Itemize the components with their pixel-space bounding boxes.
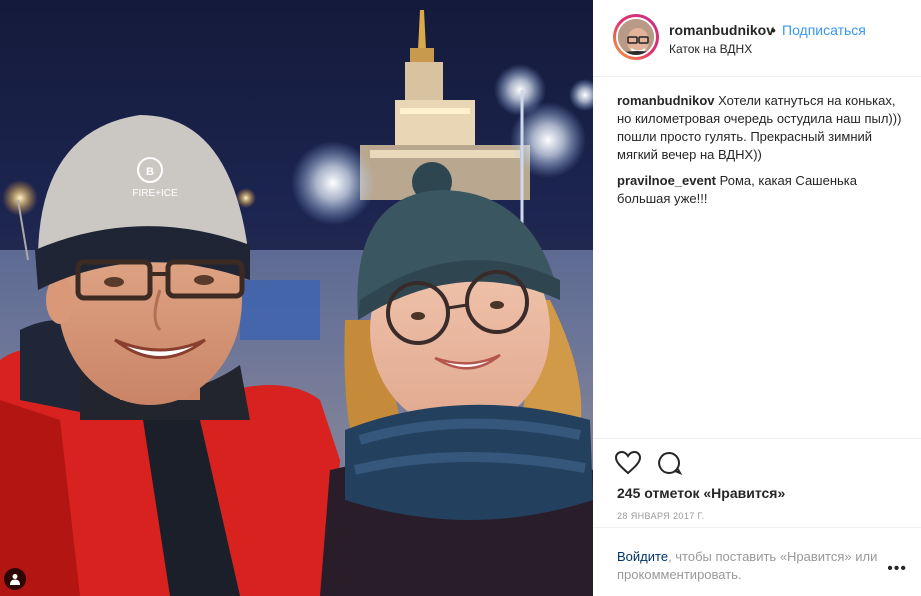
- separator-dot: •: [771, 22, 776, 38]
- heart-icon[interactable]: [614, 450, 642, 475]
- hat-logo-text: FIRE+ICE: [132, 188, 178, 199]
- comment-username[interactable]: romanbudnikov: [617, 93, 715, 108]
- post-photo[interactable]: B FIRE+ICE: [0, 0, 593, 596]
- selfie-illustration: B FIRE+ICE: [0, 10, 593, 596]
- comment-username[interactable]: pravilnoe_event: [617, 173, 716, 188]
- comment-item: pravilnoe_event Рома, какая Сашенька бол…: [617, 172, 909, 208]
- post-side-panel: romanbudnikov • Подписаться Каток на ВДН…: [593, 0, 921, 596]
- follow-button[interactable]: Подписаться: [782, 22, 866, 38]
- tagged-users-icon[interactable]: [4, 568, 26, 590]
- post-header: romanbudnikov • Подписаться Каток на ВДН…: [593, 0, 921, 77]
- actions-divider: [593, 438, 921, 439]
- login-prompt: Войдите, чтобы поставить «Нравится» или …: [617, 548, 887, 584]
- login-divider: [593, 527, 921, 528]
- post-username[interactable]: romanbudnikov: [669, 22, 774, 38]
- svg-text:B: B: [146, 166, 154, 178]
- comments-list: romanbudnikov Хотели катнуться на конька…: [617, 92, 909, 216]
- login-link[interactable]: Войдите: [617, 549, 668, 564]
- likes-count[interactable]: 245 отметок «Нравится»: [617, 485, 785, 501]
- more-options-icon[interactable]: •••: [887, 560, 907, 578]
- comment-icon[interactable]: [657, 451, 683, 475]
- avatar[interactable]: [613, 14, 659, 60]
- post-location[interactable]: Каток на ВДНХ: [669, 42, 752, 56]
- comment-item: romanbudnikov Хотели катнуться на конька…: [617, 92, 909, 164]
- post-date[interactable]: 28 ЯНВАРЯ 2017 Г.: [617, 511, 705, 521]
- avatar-image: [616, 17, 656, 57]
